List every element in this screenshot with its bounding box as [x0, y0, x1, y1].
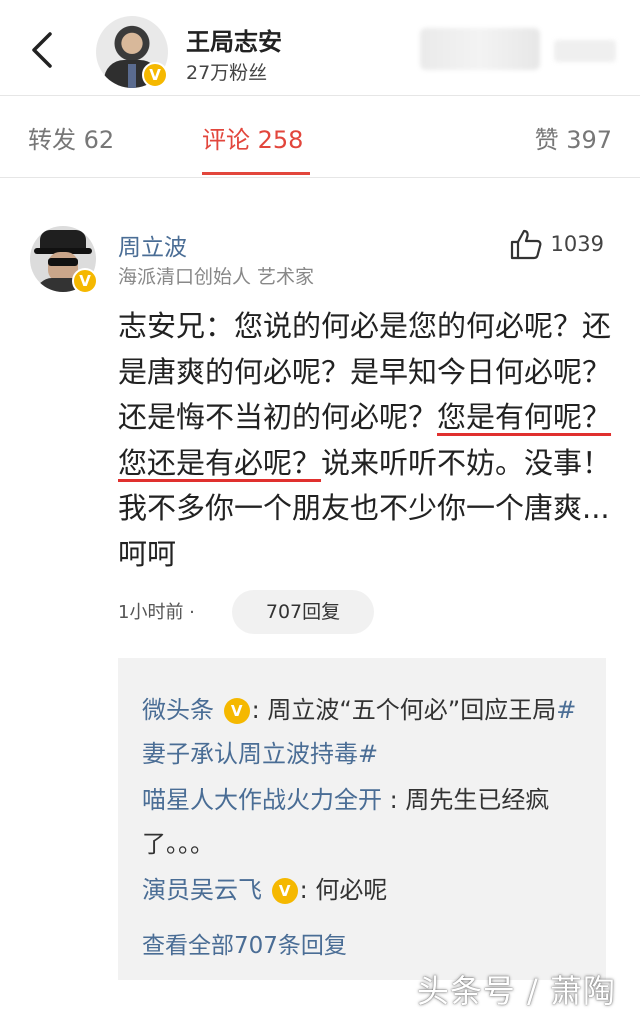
tab-repost[interactable]: 转发 62: [28, 120, 114, 155]
reply-text: 何必呢: [315, 876, 388, 904]
comment-body: 志安兄：您说的何必是您的何必呢？还是唐爽的何必呢？是早知今日何必呢？还是悔不当初…: [118, 304, 618, 577]
watermark: 头条号 / 萧陶: [416, 972, 616, 1010]
reply-item[interactable]: 微头条 V: 周立波“五个何必”回应王局#妻子承认周立波持毒#: [142, 688, 592, 776]
tab-bar: 转发 62 评论 258 赞 397: [0, 96, 640, 178]
view-all-replies-link[interactable]: 查看全部707条回复: [142, 926, 347, 960]
tab-like[interactable]: 赞 397: [535, 120, 612, 155]
verified-badge-icon: V: [142, 62, 168, 88]
blurred-area-small: [554, 40, 616, 62]
comment-time: 1小时前 ·: [118, 602, 195, 623]
reply-separator: :: [299, 876, 316, 904]
reply-count-button[interactable]: 707回复: [232, 590, 374, 634]
reply-separator: :: [382, 786, 406, 814]
verified-badge-icon: V: [223, 698, 250, 724]
fan-count: 27万粉丝: [186, 62, 268, 84]
top-bar: V 王局志安 27万粉丝: [0, 0, 640, 96]
reply-item[interactable]: 演员吴云飞 V: 何必呢: [142, 868, 592, 912]
commenter-name[interactable]: 周立波: [118, 228, 187, 262]
thumbs-up-icon: [510, 229, 541, 260]
commenter-verified-icon: V: [72, 268, 98, 294]
reply-user[interactable]: 喵星人大作战火力全开: [142, 786, 382, 814]
reply-user[interactable]: 微头条: [142, 696, 214, 724]
reply-separator: :: [251, 696, 268, 724]
like-count: 1039: [550, 232, 604, 256]
reply-user[interactable]: 演员吴云飞: [142, 876, 262, 904]
account-name[interactable]: 王局志安: [186, 22, 282, 57]
replies-panel: 微头条 V: 周立波“五个何必”回应王局#妻子承认周立波持毒# 喵星人大作战火力…: [118, 658, 606, 980]
active-tab-indicator: [202, 172, 310, 175]
verified-badge-icon: V: [271, 878, 298, 904]
avatar-glasses: [48, 258, 78, 266]
reply-text: 周立波“五个何必”回应王局: [267, 696, 557, 724]
tab-comment[interactable]: 评论 258: [202, 120, 303, 155]
avatar-tie: [128, 64, 136, 88]
reply-item[interactable]: 喵星人大作战火力全开 : 周先生已经疯了。。。: [142, 778, 592, 866]
like-button[interactable]: 1039: [509, 228, 604, 260]
back-arrow-icon[interactable]: [26, 30, 62, 70]
commenter-description: 海派清口创始人 艺术家: [118, 266, 315, 288]
blurred-area: [420, 28, 540, 70]
